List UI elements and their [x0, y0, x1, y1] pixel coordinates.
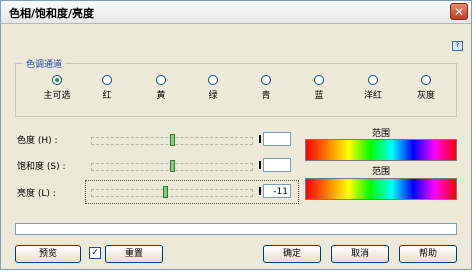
cancel-button[interactable]: 取消 — [331, 245, 389, 263]
radio-red[interactable]: 红 — [87, 75, 127, 101]
spectrum-before-bar — [305, 139, 457, 161]
radio-label: 洋红 — [363, 91, 382, 101]
radio-dot[interactable] — [421, 75, 431, 85]
hue-slider-thumb[interactable] — [169, 134, 175, 146]
ok-button[interactable]: 确定 — [263, 245, 321, 263]
radio-magenta[interactable]: 洋红 — [353, 75, 393, 101]
radio-dot[interactable] — [156, 75, 166, 85]
lightness-value-input[interactable]: -11 — [263, 184, 291, 198]
lightness-slider-track[interactable] — [91, 189, 253, 197]
radio-label: 绿 — [208, 91, 218, 101]
channel-group-legend: 色调通道 — [23, 57, 66, 70]
radio-master[interactable]: 主可选 — [37, 75, 77, 101]
window-title: 色相/饱和度/亮度 — [9, 7, 95, 20]
hsl-dialog: 色相/饱和度/亮度 ✕ ? 色调通道 主可选 红 黄 绿 青 蓝 洋红 灰度 色… — [0, 0, 472, 270]
radio-dot[interactable] — [368, 75, 378, 85]
lightness-tick — [259, 187, 261, 195]
help-icon[interactable]: ? — [452, 41, 463, 51]
spectrum-before-label: 范围 — [371, 129, 390, 139]
reset-button[interactable]: 重置 — [105, 245, 163, 263]
radio-dot[interactable] — [102, 75, 112, 85]
close-icon[interactable]: ✕ — [450, 3, 468, 20]
saturation-slider-thumb[interactable] — [169, 160, 175, 172]
hue-label: 色度 (H) : — [17, 136, 58, 146]
radio-dot[interactable] — [261, 75, 271, 85]
help-button[interactable]: 帮助 — [399, 245, 457, 263]
radio-yellow[interactable]: 黄 — [141, 75, 181, 101]
saturation-value-input[interactable] — [263, 158, 291, 172]
title-bar[interactable]: 色相/饱和度/亮度 ✕ — [1, 1, 471, 24]
saturation-label: 饱和度 (S) : — [17, 162, 66, 172]
radio-grayscale[interactable]: 灰度 — [406, 75, 446, 101]
hue-tick — [259, 135, 261, 143]
spectrum-after-label: 范围 — [371, 167, 390, 177]
radio-dot[interactable] — [314, 75, 324, 85]
hue-value-input[interactable] — [263, 132, 291, 146]
radio-label: 黄 — [156, 91, 166, 101]
radio-dot[interactable] — [52, 75, 62, 85]
spectrum-after-bar — [305, 178, 457, 200]
preview-checkbox[interactable]: ✓ — [89, 247, 101, 259]
saturation-tick — [259, 161, 261, 169]
progress-bar — [15, 223, 457, 235]
radio-cyan[interactable]: 青 — [246, 75, 286, 101]
radio-label: 灰度 — [416, 91, 435, 101]
radio-label: 主可选 — [43, 91, 71, 101]
lightness-slider-thumb[interactable] — [163, 186, 169, 198]
radio-green[interactable]: 绿 — [193, 75, 233, 101]
radio-dot[interactable] — [208, 75, 218, 85]
preview-button[interactable]: 预览 — [15, 245, 81, 263]
radio-blue[interactable]: 蓝 — [299, 75, 339, 101]
radio-label: 蓝 — [314, 91, 324, 101]
radio-label: 红 — [102, 91, 112, 101]
lightness-label: 亮度 (L) : — [17, 189, 56, 199]
radio-label: 青 — [261, 91, 271, 101]
